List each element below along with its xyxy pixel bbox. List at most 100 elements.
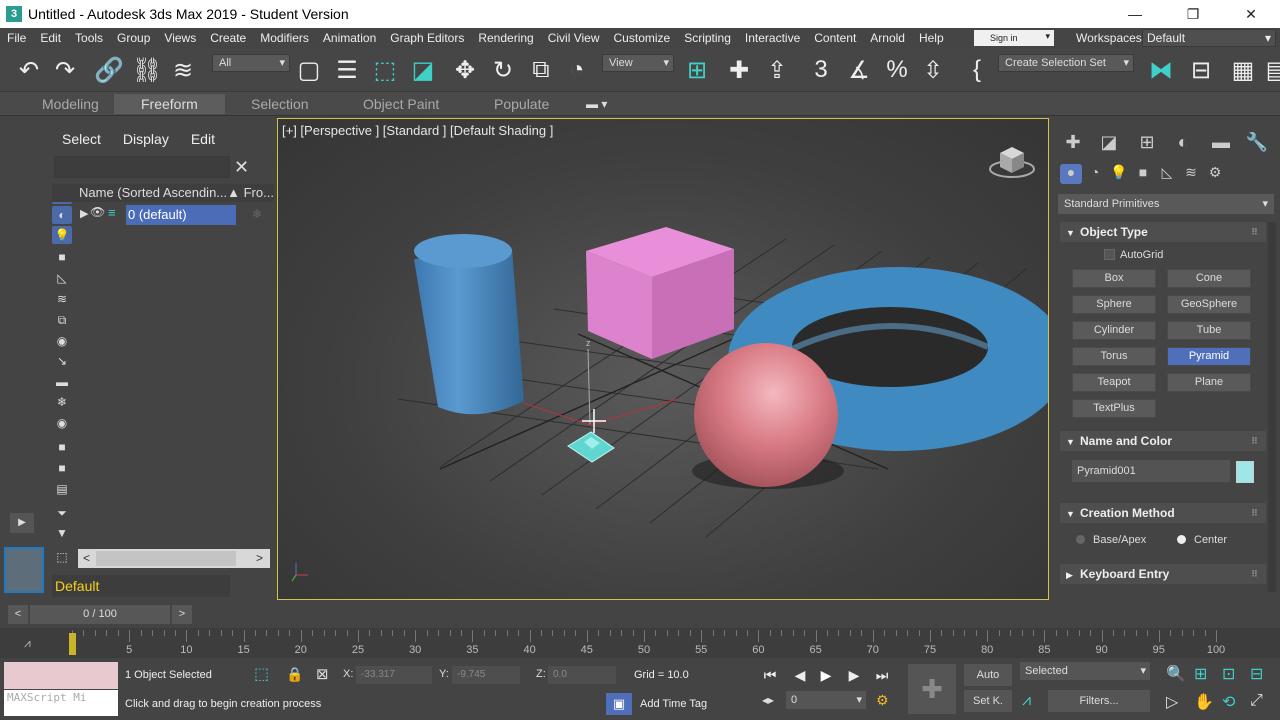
current-frame-spinner[interactable]: 0 <box>786 691 866 709</box>
plane-button[interactable]: Plane <box>1167 373 1251 392</box>
systems-icon[interactable]: ⚙ <box>1204 164 1226 184</box>
rollout-creation-method[interactable]: ▼ Creation Method ⠿ <box>1060 503 1266 523</box>
snaps-toggle-icon[interactable]: 3 <box>806 55 836 85</box>
motion-tab-icon[interactable]: ◐ <box>1170 132 1196 154</box>
set-key-button[interactable]: Set K. <box>964 690 1012 712</box>
redo-icon[interactable]: ↷ <box>50 55 80 85</box>
display-xrefs-icon[interactable]: ◉ <box>52 332 72 350</box>
menu-edit[interactable]: Edit <box>33 31 68 45</box>
helpers-icon[interactable]: ◺ <box>1156 164 1178 184</box>
display-lights-icon[interactable]: 💡 <box>52 226 72 244</box>
tab-populate[interactable]: Populate <box>494 94 549 114</box>
select-manipulate-icon[interactable]: ✚ <box>724 55 754 85</box>
selection-filter-select[interactable]: All <box>212 54 290 72</box>
tab-modeling[interactable]: Modeling <box>42 94 99 114</box>
cameras-icon[interactable]: ■ <box>1132 164 1154 184</box>
menu-graph-editors[interactable]: Graph Editors <box>383 31 471 45</box>
move-icon[interactable]: ✥ <box>450 55 480 85</box>
table-row[interactable]: ▶ 👁 ≡ 0 (default) ❄ <box>52 205 274 225</box>
eye-icon[interactable]: 👁 <box>90 205 105 219</box>
menu-content[interactable]: Content <box>807 31 863 45</box>
maxscript-listener-output[interactable] <box>4 662 118 689</box>
display-invert-icon[interactable]: ▤ <box>52 480 72 498</box>
menu-customize[interactable]: Customize <box>607 31 678 45</box>
explorer-column-header[interactable]: Name (Sorted Ascendin...▲ Fro... <box>52 184 274 202</box>
box-button[interactable]: Box <box>1072 269 1156 288</box>
menu-arnold[interactable]: Arnold <box>863 31 912 45</box>
play-icon[interactable]: ▶ <box>814 664 838 686</box>
scroll-left-icon[interactable]: < <box>83 549 90 568</box>
scroll-thumb[interactable] <box>96 551 236 566</box>
autogrid-checkbox[interactable] <box>1104 249 1115 260</box>
perspective-viewport[interactable]: z [+] [Perspective ] [Standard ] [Defaul… <box>277 118 1049 600</box>
next-frame-icon[interactable]: ▶ <box>842 664 866 686</box>
scene-canvas[interactable]: z <box>278 119 1049 600</box>
explorer-menu-select[interactable]: Select <box>62 131 101 147</box>
display-tab-icon[interactable]: ▬ <box>1208 132 1234 154</box>
sign-in-dropdown[interactable]: Sign in <box>974 30 1054 46</box>
zoom-all-icon[interactable]: ⊞ <box>1194 664 1207 684</box>
isolate-selection-icon[interactable]: ⬚ <box>254 664 269 684</box>
field-of-view-icon[interactable]: ▷ <box>1166 692 1178 712</box>
time-prev-button[interactable]: < <box>8 605 28 624</box>
key-tangent-icon[interactable]: ⩘ <box>1022 692 1031 710</box>
radio-base-apex[interactable]: Base/Apex <box>1076 534 1146 546</box>
cylinder-object[interactable] <box>414 234 524 415</box>
workspaces-select[interactable]: Default <box>1142 29 1276 47</box>
explorer-search-input[interactable] <box>54 156 230 178</box>
close-button[interactable]: ✕ <box>1222 0 1280 28</box>
menu-file[interactable]: File <box>0 31 33 45</box>
display-groups-icon[interactable]: ⧉ <box>52 311 72 329</box>
percent-snap-icon[interactable]: % <box>882 55 912 85</box>
expand-arrow-icon[interactable]: ▶ <box>80 207 88 220</box>
undo-icon[interactable]: ↶ <box>14 55 44 85</box>
zoom-extents-all-icon[interactable]: ⊟ <box>1250 664 1263 684</box>
display-spacewarps-icon[interactable]: ≋ <box>52 290 72 308</box>
display-containers-icon[interactable]: ▬ <box>52 373 72 391</box>
cylinder-button[interactable]: Cylinder <box>1072 321 1156 340</box>
display-helpers-icon[interactable]: ◺ <box>52 269 72 287</box>
named-selection-set-select[interactable]: Create Selection Set <box>998 54 1134 72</box>
select-by-name-icon[interactable]: ☰ <box>332 55 362 85</box>
time-config-icon[interactable]: ⚙ <box>876 692 889 709</box>
unlink-icon[interactable]: ⛓ <box>132 55 162 85</box>
display-none-icon[interactable]: ■ <box>52 459 72 477</box>
radio-center[interactable]: Center <box>1177 534 1227 546</box>
teapot-button[interactable]: Teapot <box>1072 373 1156 392</box>
textplus-button[interactable]: TextPlus <box>1072 399 1156 418</box>
tube-button[interactable]: Tube <box>1167 321 1251 340</box>
object-name-input[interactable]: Pyramid001 <box>1072 460 1230 482</box>
filter-funnel-icon[interactable]: ▼ <box>52 524 72 542</box>
display-cameras-icon[interactable]: ■ <box>52 248 72 266</box>
command-panel-scrollbar[interactable] <box>1268 222 1276 592</box>
freeze-icon[interactable]: ❄ <box>252 207 262 221</box>
keyboard-shortcut-icon[interactable]: ⇪ <box>762 55 792 85</box>
display-frozen-icon[interactable]: ❄ <box>52 393 72 411</box>
geometry-icon[interactable]: ● <box>1060 164 1082 184</box>
menu-create[interactable]: Create <box>203 31 253 45</box>
set-key-big-icon[interactable]: ✚ <box>908 664 956 714</box>
space-warps-icon[interactable]: ≋ <box>1180 164 1202 184</box>
absolute-mode-icon[interactable]: ⊠ <box>316 665 329 683</box>
display-bones-icon[interactable]: ↘ <box>52 352 72 370</box>
menu-civil-view[interactable]: Civil View <box>541 31 607 45</box>
rotate-icon[interactable]: ↻ <box>488 55 518 85</box>
current-layer-field[interactable]: Default <box>52 575 230 597</box>
primitive-category-select[interactable]: Standard Primitives <box>1058 194 1274 214</box>
time-slider[interactable]: 0 / 100 <box>30 605 170 624</box>
sphere-button[interactable]: Sphere <box>1072 295 1156 314</box>
viewcube-icon[interactable] <box>989 147 1035 178</box>
close-icon[interactable]: ✕ <box>234 157 249 178</box>
menu-scripting[interactable]: Scripting <box>677 31 738 45</box>
mirror-icon[interactable]: ⧓ <box>1146 55 1176 85</box>
spinner-snap-icon[interactable]: ⇳ <box>918 55 948 85</box>
menu-animation[interactable]: Animation <box>316 31 383 45</box>
torus-button[interactable]: Torus <box>1072 347 1156 366</box>
menu-help[interactable]: Help <box>912 31 951 45</box>
menu-rendering[interactable]: Rendering <box>471 31 540 45</box>
filters-button[interactable]: Filters... <box>1048 690 1150 712</box>
bind-space-warp-icon[interactable]: ≋ <box>168 55 198 85</box>
selection-lock-icon[interactable]: 🔒 <box>286 666 303 683</box>
goto-start-icon[interactable]: ⏮ <box>758 664 782 686</box>
explorer-menu-edit[interactable]: Edit <box>191 131 215 147</box>
